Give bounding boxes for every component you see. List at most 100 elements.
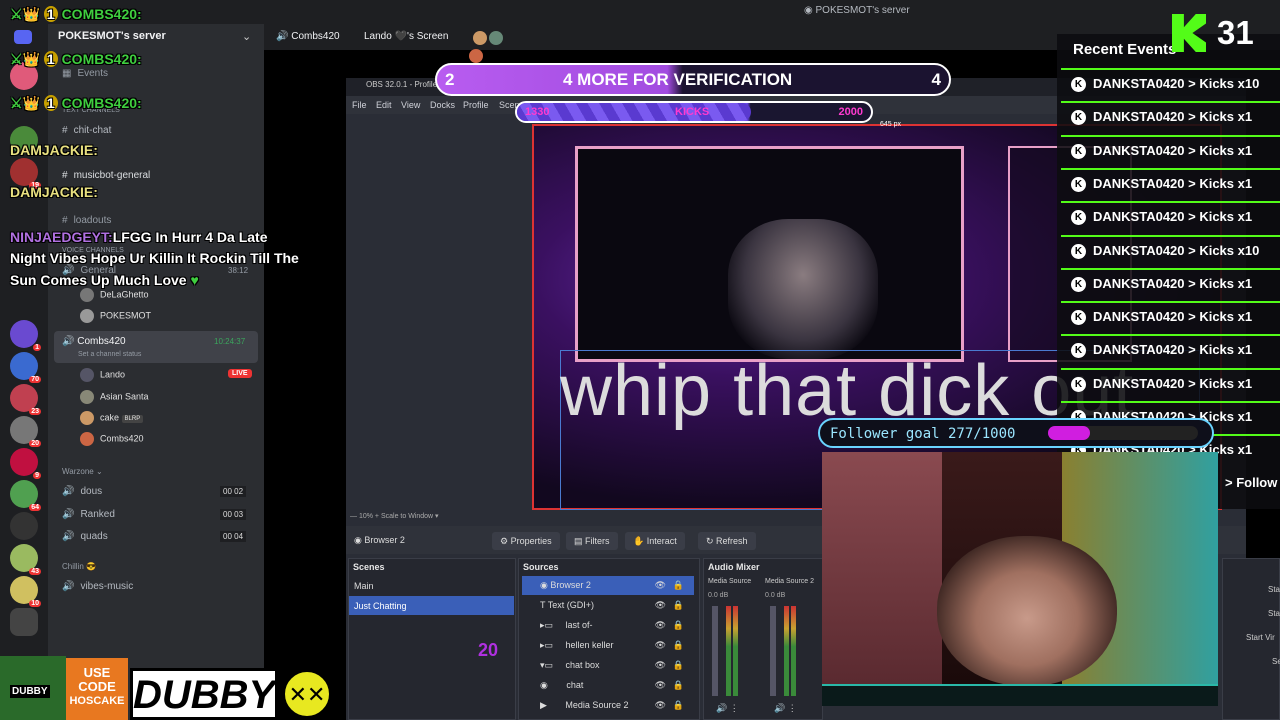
source-item[interactable]: ◉ chat 👁 🔒 <box>522 676 694 695</box>
lock-icon[interactable]: 🔒 <box>673 696 684 715</box>
properties-button[interactable]: ⚙ Properties <box>492 532 560 550</box>
chat-username: DAMJACKIE: <box>10 142 98 158</box>
chat-line: ⚔👑 1 COMBS420: <box>10 95 142 111</box>
menu-view[interactable]: View <box>401 100 420 110</box>
obs-title: OBS 32.0.1 - Profile <box>366 80 438 89</box>
visibility-eye-icon[interactable]: 👁 <box>655 676 666 695</box>
chevron-down-icon[interactable]: ⌄ <box>242 30 251 43</box>
audio-meter <box>733 606 738 696</box>
use-code-banner: USE CODE HOSCAKE <box>66 658 128 720</box>
server-icon[interactable]: 43 <box>10 544 41 575</box>
follow-event: > Follow <box>1225 475 1278 490</box>
volume-slider[interactable] <box>712 606 718 696</box>
source-item[interactable]: ▶ Media Source 2 👁 🔒 <box>522 696 694 715</box>
kicks-progress-fill <box>517 103 751 121</box>
category-warzone[interactable]: Warzone ⌄ <box>62 467 103 476</box>
server-icon[interactable]: 23 <box>10 384 41 415</box>
chat-username: DAMJACKIE: <box>10 184 98 200</box>
voice-user[interactable]: POKESMOT <box>80 309 151 323</box>
interact-button[interactable]: ✋ Interact <box>625 532 685 550</box>
sources-header: Sources <box>523 562 559 572</box>
visibility-eye-icon[interactable]: 👁 <box>655 696 666 715</box>
topbar-voice-user[interactable]: 🔊 Combs420 <box>276 31 340 42</box>
event-item: K DANKSTA0420 > Kicks x1 <box>1061 101 1280 131</box>
start-streaming-button[interactable]: Sta <box>1268 585 1280 594</box>
server-icon[interactable] <box>10 512 38 540</box>
visibility-eye-icon[interactable]: 👁 <box>655 616 666 635</box>
event-item: K DANKSTA0420 > Kicks x10 <box>1061 68 1280 98</box>
lock-icon[interactable]: 🔒 <box>673 576 684 595</box>
server-icon[interactable]: 10 <box>10 576 41 607</box>
source-label: chat box <box>565 660 600 670</box>
dubby-face-icon: ✕✕ <box>283 670 331 718</box>
voice-user-combs420[interactable]: Combs420 <box>80 432 144 446</box>
menu-profile[interactable]: Profile <box>463 100 489 110</box>
event-item: K DANKSTA0420 > Kicks x1 <box>1061 201 1280 231</box>
channel-count: 00 02 <box>220 486 247 497</box>
kick-icon: K <box>1071 376 1086 392</box>
visibility-eye-icon[interactable]: 👁 <box>655 656 666 675</box>
event-item: K DANKSTA0420 > Kicks x1 <box>1061 134 1280 165</box>
kicks-right: 2000 <box>838 106 863 118</box>
lock-icon[interactable]: 🔒 <box>673 656 684 675</box>
mute-icon[interactable]: 🔊 ⋮ <box>774 703 797 714</box>
kick-icon: K <box>1071 210 1086 226</box>
scene-just-chatting[interactable]: Just Chatting <box>354 601 407 611</box>
lock-icon[interactable]: 🔒 <box>673 616 684 635</box>
refresh-button[interactable]: ↻ Refresh <box>698 532 756 550</box>
voice-timer: 38:12 <box>228 266 249 275</box>
source-item[interactable]: ▸▭ hellen keller 👁 🔒 <box>522 636 694 655</box>
start-virtual-cam-button[interactable]: Start Vir <box>1246 633 1275 642</box>
visibility-eye-icon[interactable]: 👁 <box>655 636 666 655</box>
source-item[interactable]: ▾▭ chat box 👁 🔒 <box>522 656 694 675</box>
preview-controls[interactable]: — 10% + Scale to Window ▾ <box>350 512 830 524</box>
voice-channel-quads[interactable]: 🔊 quads <box>62 531 108 542</box>
source-item[interactable]: T Text (GDI+) 👁 🔒 <box>522 596 694 615</box>
topbar-screen-share[interactable]: Lando 🖤's Screen <box>364 31 448 42</box>
channel-status[interactable]: Set a channel status <box>78 351 141 358</box>
channel-chit-chat[interactable]: # chit-chat <box>62 125 111 136</box>
menu-docks[interactable]: Docks <box>430 100 455 110</box>
server-icon[interactable]: 19 <box>10 158 41 189</box>
dubby-logo: DUBBY <box>130 668 278 720</box>
chat-line: ⚔👑 1 COMBS420: <box>10 51 142 67</box>
source-item[interactable]: ▸▭ last of- 👁 🔒 <box>522 616 694 635</box>
filters-button[interactable]: ▤ Filters <box>566 532 618 550</box>
menu-edit[interactable]: Edit <box>376 100 392 110</box>
channel-loadouts[interactable]: # loadouts <box>62 215 111 226</box>
visibility-eye-icon[interactable]: 👁 <box>655 596 666 615</box>
score-number: 20 <box>478 640 499 660</box>
chat-message: NINJAEDGEYT:LFGG In Hurr 4 Da Late <box>10 229 268 245</box>
voice-channel-ranked[interactable]: 🔊 Ranked <box>62 509 115 520</box>
volume-slider[interactable] <box>770 606 776 696</box>
source-item[interactable]: ◉ Browser 2 👁 🔒 <box>522 576 694 595</box>
server-icon[interactable]: 20 <box>10 416 41 447</box>
scene-main[interactable]: Main <box>354 581 374 591</box>
voice-user-cake[interactable]: cake BLRP <box>80 411 144 425</box>
explore-icon[interactable] <box>10 608 38 636</box>
lock-icon[interactable]: 🔒 <box>673 596 684 615</box>
lock-icon[interactable]: 🔒 <box>673 636 684 655</box>
menu-file[interactable]: File <box>352 100 367 110</box>
voice-user[interactable]: DeLaGhetto <box>80 288 149 302</box>
channel-musicbot-general[interactable]: # musicbot-general <box>62 170 150 181</box>
server-icon[interactable]: 64 <box>10 480 41 511</box>
mute-icon[interactable]: 🔊 ⋮ <box>716 703 739 714</box>
settings-button[interactable]: Se <box>1272 657 1280 666</box>
voice-channel-vibes-music[interactable]: 🔊 vibes-music <box>62 581 133 592</box>
start-recording-button[interactable]: Sta <box>1268 609 1280 618</box>
streamer-face <box>937 536 1117 684</box>
voice-user-lando[interactable]: Lando <box>80 368 125 382</box>
server-icon[interactable]: 1 <box>10 320 41 351</box>
server-icon[interactable]: 9 <box>10 448 41 479</box>
server-icon[interactable]: 70 <box>10 352 41 383</box>
server-name[interactable]: POKESMOT's server <box>58 30 166 42</box>
category-chillin[interactable]: Chillin 😎 <box>62 562 96 571</box>
kick-icon: K <box>1071 310 1086 326</box>
voice-channel-dous[interactable]: 🔊 dous <box>62 486 102 497</box>
lock-icon[interactable]: 🔒 <box>673 676 684 695</box>
webcam-frame <box>575 146 964 362</box>
visibility-eye-icon[interactable]: 👁 <box>655 576 666 595</box>
channel-events[interactable]: ▦ Events <box>62 68 108 79</box>
voice-user-asian-santa[interactable]: Asian Santa <box>80 390 149 404</box>
